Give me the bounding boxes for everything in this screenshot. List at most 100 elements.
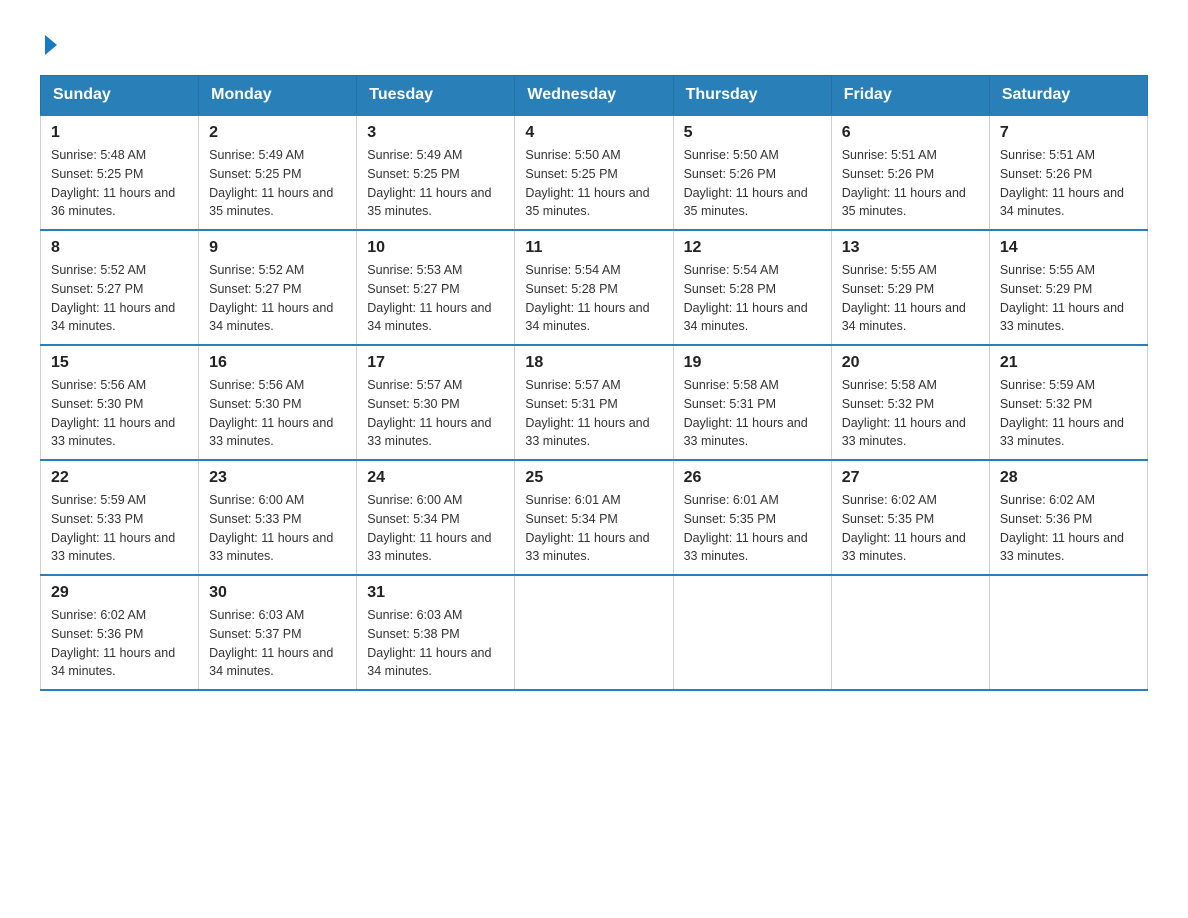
day-info: Sunrise: 5:50 AMSunset: 5:25 PMDaylight:… — [525, 148, 649, 218]
day-info: Sunrise: 5:58 AMSunset: 5:32 PMDaylight:… — [842, 378, 966, 448]
day-info: Sunrise: 5:57 AMSunset: 5:30 PMDaylight:… — [367, 378, 491, 448]
calendar-cell: 10 Sunrise: 5:53 AMSunset: 5:27 PMDaylig… — [357, 230, 515, 345]
day-number: 9 — [209, 239, 346, 257]
calendar-week-row: 22 Sunrise: 5:59 AMSunset: 5:33 PMDaylig… — [41, 460, 1148, 575]
day-info: Sunrise: 5:58 AMSunset: 5:31 PMDaylight:… — [684, 378, 808, 448]
day-number: 16 — [209, 354, 346, 372]
calendar-cell: 15 Sunrise: 5:56 AMSunset: 5:30 PMDaylig… — [41, 345, 199, 460]
day-number: 17 — [367, 354, 504, 372]
day-info: Sunrise: 5:57 AMSunset: 5:31 PMDaylight:… — [525, 378, 649, 448]
day-number: 22 — [51, 469, 188, 487]
day-number: 18 — [525, 354, 662, 372]
calendar-cell: 23 Sunrise: 6:00 AMSunset: 5:33 PMDaylig… — [199, 460, 357, 575]
day-info: Sunrise: 5:55 AMSunset: 5:29 PMDaylight:… — [1000, 263, 1124, 333]
day-info: Sunrise: 5:51 AMSunset: 5:26 PMDaylight:… — [842, 148, 966, 218]
calendar-cell: 26 Sunrise: 6:01 AMSunset: 5:35 PMDaylig… — [673, 460, 831, 575]
day-header-thursday: Thursday — [673, 76, 831, 116]
calendar-cell: 1 Sunrise: 5:48 AMSunset: 5:25 PMDayligh… — [41, 115, 199, 230]
day-number: 6 — [842, 124, 979, 142]
day-number: 30 — [209, 584, 346, 602]
day-number: 12 — [684, 239, 821, 257]
calendar-cell: 31 Sunrise: 6:03 AMSunset: 5:38 PMDaylig… — [357, 575, 515, 690]
day-info: Sunrise: 6:01 AMSunset: 5:35 PMDaylight:… — [684, 493, 808, 563]
calendar-cell: 2 Sunrise: 5:49 AMSunset: 5:25 PMDayligh… — [199, 115, 357, 230]
day-info: Sunrise: 5:48 AMSunset: 5:25 PMDaylight:… — [51, 148, 175, 218]
calendar-table: SundayMondayTuesdayWednesdayThursdayFrid… — [40, 75, 1148, 691]
day-info: Sunrise: 5:55 AMSunset: 5:29 PMDaylight:… — [842, 263, 966, 333]
calendar-cell: 18 Sunrise: 5:57 AMSunset: 5:31 PMDaylig… — [515, 345, 673, 460]
calendar-cell — [515, 575, 673, 690]
day-header-monday: Monday — [199, 76, 357, 116]
calendar-cell: 9 Sunrise: 5:52 AMSunset: 5:27 PMDayligh… — [199, 230, 357, 345]
day-number: 26 — [684, 469, 821, 487]
day-info: Sunrise: 6:02 AMSunset: 5:35 PMDaylight:… — [842, 493, 966, 563]
day-number: 21 — [1000, 354, 1137, 372]
calendar-cell: 5 Sunrise: 5:50 AMSunset: 5:26 PMDayligh… — [673, 115, 831, 230]
calendar-cell: 11 Sunrise: 5:54 AMSunset: 5:28 PMDaylig… — [515, 230, 673, 345]
day-info: Sunrise: 5:59 AMSunset: 5:32 PMDaylight:… — [1000, 378, 1124, 448]
day-info: Sunrise: 6:00 AMSunset: 5:34 PMDaylight:… — [367, 493, 491, 563]
calendar-cell — [989, 575, 1147, 690]
calendar-cell: 20 Sunrise: 5:58 AMSunset: 5:32 PMDaylig… — [831, 345, 989, 460]
calendar-cell: 14 Sunrise: 5:55 AMSunset: 5:29 PMDaylig… — [989, 230, 1147, 345]
page-header — [40, 30, 1148, 55]
calendar-cell: 16 Sunrise: 5:56 AMSunset: 5:30 PMDaylig… — [199, 345, 357, 460]
day-info: Sunrise: 6:00 AMSunset: 5:33 PMDaylight:… — [209, 493, 333, 563]
calendar-cell: 21 Sunrise: 5:59 AMSunset: 5:32 PMDaylig… — [989, 345, 1147, 460]
logo-blue-area — [43, 30, 57, 55]
day-info: Sunrise: 6:01 AMSunset: 5:34 PMDaylight:… — [525, 493, 649, 563]
calendar-cell: 24 Sunrise: 6:00 AMSunset: 5:34 PMDaylig… — [357, 460, 515, 575]
day-number: 19 — [684, 354, 821, 372]
day-number: 7 — [1000, 124, 1137, 142]
calendar-cell: 13 Sunrise: 5:55 AMSunset: 5:29 PMDaylig… — [831, 230, 989, 345]
day-number: 31 — [367, 584, 504, 602]
day-info: Sunrise: 5:56 AMSunset: 5:30 PMDaylight:… — [51, 378, 175, 448]
calendar-cell: 3 Sunrise: 5:49 AMSunset: 5:25 PMDayligh… — [357, 115, 515, 230]
day-header-sunday: Sunday — [41, 76, 199, 116]
calendar-cell: 22 Sunrise: 5:59 AMSunset: 5:33 PMDaylig… — [41, 460, 199, 575]
calendar-cell: 4 Sunrise: 5:50 AMSunset: 5:25 PMDayligh… — [515, 115, 673, 230]
day-number: 25 — [525, 469, 662, 487]
calendar-week-row: 8 Sunrise: 5:52 AMSunset: 5:27 PMDayligh… — [41, 230, 1148, 345]
day-info: Sunrise: 6:03 AMSunset: 5:38 PMDaylight:… — [367, 608, 491, 678]
day-number: 2 — [209, 124, 346, 142]
day-header-wednesday: Wednesday — [515, 76, 673, 116]
calendar-cell: 6 Sunrise: 5:51 AMSunset: 5:26 PMDayligh… — [831, 115, 989, 230]
day-number: 20 — [842, 354, 979, 372]
day-info: Sunrise: 5:52 AMSunset: 5:27 PMDaylight:… — [209, 263, 333, 333]
calendar-cell: 19 Sunrise: 5:58 AMSunset: 5:31 PMDaylig… — [673, 345, 831, 460]
calendar-cell: 30 Sunrise: 6:03 AMSunset: 5:37 PMDaylig… — [199, 575, 357, 690]
day-number: 5 — [684, 124, 821, 142]
day-number: 11 — [525, 239, 662, 257]
day-number: 3 — [367, 124, 504, 142]
calendar-cell: 8 Sunrise: 5:52 AMSunset: 5:27 PMDayligh… — [41, 230, 199, 345]
calendar-week-row: 29 Sunrise: 6:02 AMSunset: 5:36 PMDaylig… — [41, 575, 1148, 690]
calendar-week-row: 15 Sunrise: 5:56 AMSunset: 5:30 PMDaylig… — [41, 345, 1148, 460]
day-number: 29 — [51, 584, 188, 602]
day-info: Sunrise: 5:59 AMSunset: 5:33 PMDaylight:… — [51, 493, 175, 563]
calendar-cell: 29 Sunrise: 6:02 AMSunset: 5:36 PMDaylig… — [41, 575, 199, 690]
calendar-cell: 28 Sunrise: 6:02 AMSunset: 5:36 PMDaylig… — [989, 460, 1147, 575]
day-number: 1 — [51, 124, 188, 142]
logo — [40, 30, 57, 55]
day-number: 27 — [842, 469, 979, 487]
calendar-cell — [831, 575, 989, 690]
day-info: Sunrise: 5:53 AMSunset: 5:27 PMDaylight:… — [367, 263, 491, 333]
day-number: 14 — [1000, 239, 1137, 257]
day-number: 10 — [367, 239, 504, 257]
calendar-header-row: SundayMondayTuesdayWednesdayThursdayFrid… — [41, 76, 1148, 116]
calendar-cell: 17 Sunrise: 5:57 AMSunset: 5:30 PMDaylig… — [357, 345, 515, 460]
calendar-cell: 12 Sunrise: 5:54 AMSunset: 5:28 PMDaylig… — [673, 230, 831, 345]
calendar-cell: 25 Sunrise: 6:01 AMSunset: 5:34 PMDaylig… — [515, 460, 673, 575]
calendar-week-row: 1 Sunrise: 5:48 AMSunset: 5:25 PMDayligh… — [41, 115, 1148, 230]
day-info: Sunrise: 5:50 AMSunset: 5:26 PMDaylight:… — [684, 148, 808, 218]
day-number: 24 — [367, 469, 504, 487]
day-number: 8 — [51, 239, 188, 257]
day-info: Sunrise: 5:54 AMSunset: 5:28 PMDaylight:… — [525, 263, 649, 333]
day-number: 28 — [1000, 469, 1137, 487]
day-info: Sunrise: 5:52 AMSunset: 5:27 PMDaylight:… — [51, 263, 175, 333]
day-info: Sunrise: 6:03 AMSunset: 5:37 PMDaylight:… — [209, 608, 333, 678]
day-number: 23 — [209, 469, 346, 487]
day-info: Sunrise: 5:49 AMSunset: 5:25 PMDaylight:… — [367, 148, 491, 218]
calendar-cell: 27 Sunrise: 6:02 AMSunset: 5:35 PMDaylig… — [831, 460, 989, 575]
